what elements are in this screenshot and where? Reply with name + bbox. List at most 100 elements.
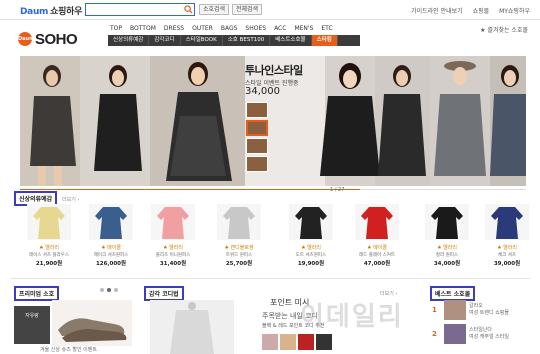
search-box: [85, 3, 195, 23]
carousel-dot[interactable]: [114, 288, 118, 292]
brand-text: Daum: [20, 7, 49, 17]
product-name[interactable]: 트위드 원피스: [210, 252, 268, 258]
nav-best100[interactable]: 소호 BEST100: [223, 35, 271, 46]
product-shop[interactable]: ♠ 엘라리: [144, 244, 202, 251]
product-shop[interactable]: ♠ 엘라리: [20, 244, 78, 251]
banner-thumb[interactable]: [246, 120, 268, 136]
product-name[interactable]: 칼라 원피스: [418, 252, 476, 258]
mall-link[interactable]: 쇼핑몰: [473, 8, 490, 15]
nav-stocking[interactable]: 스타킹: [311, 35, 338, 46]
product-shop[interactable]: ♠ 캔디블로썸: [210, 244, 268, 251]
product-shop[interactable]: ♠ 엘라리: [418, 244, 476, 251]
best-shop-thumb[interactable]: [444, 300, 466, 320]
carousel-dot[interactable]: [100, 288, 104, 292]
premium-shop-label[interactable]: 자유랑: [14, 306, 50, 344]
best-shop-thumb[interactable]: [444, 324, 466, 344]
product-image[interactable]: [289, 204, 333, 240]
header: Daum SOHO TOP BOTTOM DRESS OUTER BAGS SH…: [0, 20, 540, 56]
product-name[interactable]: 제이크 셔츠원피스: [82, 252, 140, 258]
new-arrivals-list: ♠ 엘라리 레이스 셔츠 블라우스 21,900원 ♠ 메이클 제이크 셔츠원피…: [20, 204, 530, 276]
coordi-image[interactable]: [150, 300, 234, 354]
product-card[interactable]: ♠ 메이클 레드 플레어 스커트 47,000원: [348, 204, 406, 276]
top-bar: Daum 쇼핑하우 소호검색 전체검색 가이드라인 안내보기 쇼핑몰 MY쇼핑하우: [0, 0, 540, 23]
product-card[interactable]: ♠ 캔디블로썸 트위드 원피스 25,700원: [210, 204, 268, 276]
category-dress[interactable]: DRESS: [164, 25, 184, 32]
product-image[interactable]: [89, 204, 133, 240]
pager-progress: [20, 189, 360, 190]
category-outer[interactable]: OUTER: [192, 25, 213, 32]
best-shop-rank: 1: [432, 306, 437, 314]
search-icon[interactable]: [184, 5, 193, 14]
divider: [10, 278, 530, 279]
best-shop-name[interactable]: 스타일난다: [469, 327, 509, 334]
product-card[interactable]: ♠ 엘라리 플리츠 미니원피스 31,400원: [144, 204, 202, 276]
product-price: 34,000원: [433, 261, 461, 267]
product-image[interactable]: [217, 204, 261, 240]
favorite-shops-link[interactable]: ★ 즐겨찾는 소호몰: [480, 25, 528, 34]
all-search-button[interactable]: 전체검색: [232, 4, 263, 15]
banner-thumb[interactable]: [246, 156, 268, 172]
product-shop[interactable]: ♠ 엘라리: [478, 244, 536, 251]
new-arrivals-more[interactable]: 더보기 ›: [62, 196, 79, 203]
product-image[interactable]: [485, 204, 529, 240]
product-name[interactable]: 플리츠 미니원피스: [144, 252, 202, 258]
best-shops-title[interactable]: 베스트 소호몰: [430, 286, 476, 301]
soho-search-button[interactable]: 소호검색: [199, 4, 230, 15]
category-shoes[interactable]: SHOES: [245, 25, 266, 32]
category-bottom[interactable]: BOTTOM: [130, 25, 156, 32]
nav-stylebook[interactable]: 스타일BOOK: [181, 35, 223, 46]
product-card[interactable]: ♠ 엘라리 레이스 셔츠 블라우스 21,900원: [20, 204, 78, 276]
product-card[interactable]: ♠ 엘라리 칼라 원피스 34,000원: [418, 204, 476, 276]
banner-pager: 1 / 27: [0, 186, 540, 194]
coordi-title[interactable]: 감각 코디법: [144, 286, 184, 301]
product-card[interactable]: ♠ 메이클 제이크 셔츠원피스 126,000원: [82, 204, 140, 276]
daum-logo[interactable]: Daum 쇼핑하우: [20, 4, 82, 17]
category-mens[interactable]: MEN'S: [294, 25, 313, 32]
shoes-image[interactable]: [52, 300, 132, 346]
product-image[interactable]: [425, 204, 469, 240]
category-etc[interactable]: ETC: [321, 25, 332, 32]
guide-link[interactable]: 가이드라인 안내보기: [411, 8, 463, 15]
product-shop[interactable]: ♠ 메이클: [82, 244, 140, 251]
product-image[interactable]: [151, 204, 195, 240]
nav-best-shops[interactable]: 베스트소호몰: [270, 35, 312, 46]
banner-headline: 투나인스타일: [245, 64, 303, 77]
product-price: 25,700원: [225, 261, 253, 267]
product-name[interactable]: 레드 플레어 스커트: [348, 252, 406, 258]
pager-count[interactable]: 1 / 27: [330, 187, 344, 193]
coordi-thumb[interactable]: [298, 334, 314, 350]
product-shop[interactable]: ♠ 메이클: [348, 244, 406, 251]
category-bags[interactable]: BAGS: [221, 25, 238, 32]
product-price: 19,900원: [297, 261, 325, 267]
main-banner[interactable]: 투나인스타일 스타일 이벤트 진행중 34,000: [20, 56, 526, 186]
product-image[interactable]: [355, 204, 399, 240]
product-name[interactable]: 레이스 셔츠 블라우스: [20, 252, 78, 258]
category-top[interactable]: TOP: [110, 25, 122, 32]
product-name[interactable]: 체크 셔츠: [478, 252, 536, 258]
banner-thumb[interactable]: [246, 138, 268, 154]
best-shop-row[interactable]: 2 스타일난다 여성 캐주얼 스타일: [432, 324, 532, 344]
product-card[interactable]: ♠ 엘라리 도트 셔츠원피스 19,900원: [282, 204, 340, 276]
banner-thumb[interactable]: [246, 102, 268, 118]
premium-soho-title[interactable]: 프리미엄 소호: [14, 286, 60, 301]
best-shop-name[interactable]: 갈라오: [469, 303, 509, 310]
product-image[interactable]: [27, 204, 71, 240]
best-shop-row[interactable]: 1 갈라오 여성 트렌디 쇼핑몰: [432, 300, 532, 320]
product-price: 39,000원: [493, 261, 521, 267]
coordi-thumb[interactable]: [280, 334, 296, 350]
best-shops-list: 1 갈라오 여성 트렌디 쇼핑몰 2 스타일난다 여성 캐주얼 스타일: [432, 300, 532, 348]
coordi-thumb[interactable]: [316, 334, 332, 350]
nav-new-arrivals[interactable]: 신상의류예감: [108, 35, 150, 46]
nav-coordi[interactable]: 감각코디: [149, 35, 181, 46]
coordi-thumb[interactable]: [262, 334, 278, 350]
category-acc[interactable]: ACC: [274, 25, 286, 32]
premium-caption[interactable]: 겨울 신상 슈즈 할인 이벤트: [40, 346, 97, 353]
my-shopping-link[interactable]: MY쇼핑하우: [499, 8, 530, 15]
soho-logo[interactable]: Daum SOHO: [18, 30, 78, 48]
product-name[interactable]: 도트 셔츠원피스: [282, 252, 340, 258]
carousel-dot[interactable]: [107, 288, 111, 292]
product-card[interactable]: ♠ 엘라리 체크 셔츠 39,000원: [478, 204, 536, 276]
watermark: 이데일리: [300, 302, 404, 332]
product-price: 31,400원: [159, 261, 187, 267]
product-shop[interactable]: ♠ 엘라리: [282, 244, 340, 251]
